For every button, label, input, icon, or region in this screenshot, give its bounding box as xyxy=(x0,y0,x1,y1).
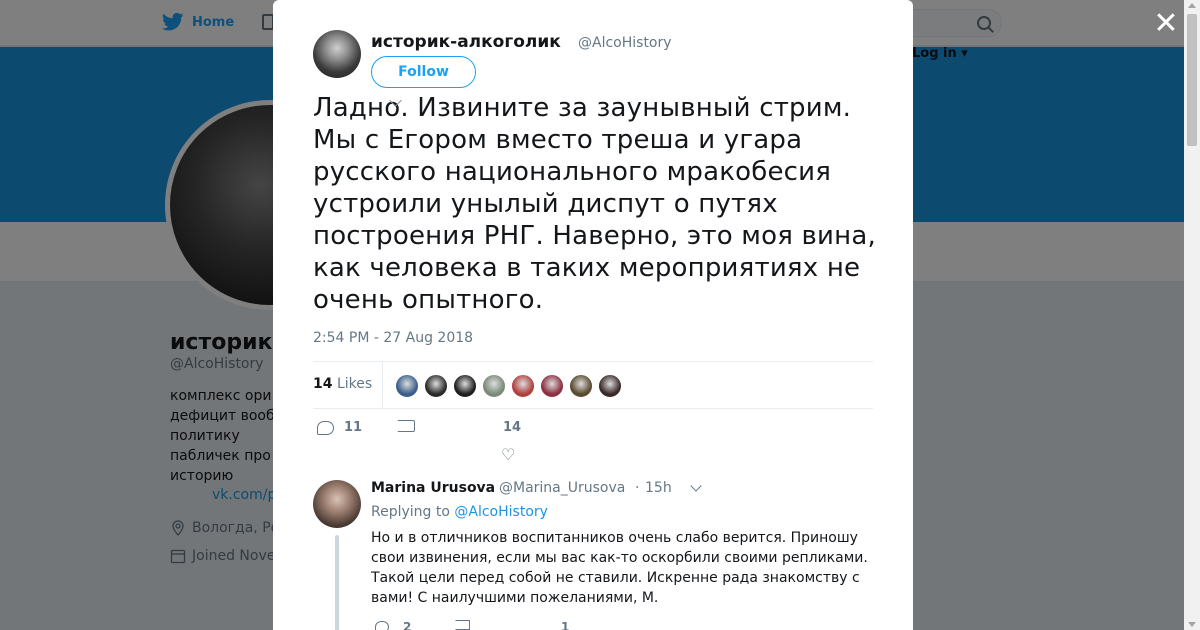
scrollbar-thumb[interactable] xyxy=(1187,14,1197,146)
liker-avatar[interactable] xyxy=(598,374,622,398)
reply-reply-button[interactable]: 2 xyxy=(375,620,411,630)
heart-icon[interactable]: ♡ xyxy=(501,447,517,463)
liker-avatar[interactable] xyxy=(395,374,419,398)
reply-retweet-button[interactable] xyxy=(455,620,470,630)
replying-prefix: Replying to xyxy=(371,504,450,520)
reply-icon xyxy=(375,621,389,630)
follow-button[interactable]: Follow xyxy=(371,56,476,88)
like-button[interactable]: 14 xyxy=(503,420,521,435)
reply-author-name[interactable]: Marina Urusova xyxy=(371,480,495,496)
reply-time[interactable]: 15h xyxy=(645,480,672,496)
reply-separator: · xyxy=(635,480,640,496)
thread-line xyxy=(335,535,339,630)
author-name[interactable]: историк-алкоголик xyxy=(371,32,561,52)
liker-avatar[interactable] xyxy=(482,374,506,398)
author-avatar[interactable] xyxy=(313,30,361,78)
reply-button[interactable]: 11 xyxy=(317,420,362,435)
likers-avatars xyxy=(395,374,622,398)
liker-avatar[interactable] xyxy=(424,374,448,398)
tweet-stats: 14 Likes xyxy=(313,361,873,409)
likes-stat[interactable]: 14 Likes xyxy=(313,376,372,392)
reply-menu-chevron-down-icon[interactable] xyxy=(690,480,702,492)
retweet-icon xyxy=(455,620,470,630)
retweet-icon xyxy=(397,420,415,432)
reply-count: 11 xyxy=(344,420,363,435)
reply-like-count: 1 xyxy=(561,620,570,630)
like-count: 14 xyxy=(503,420,522,435)
replying-to-link[interactable]: @AlcoHistory xyxy=(454,504,548,520)
tweet-modal: историк-алкоголик @AlcoHistory Follow Ла… xyxy=(273,0,913,630)
tweet-text: Ладно. Извините за заунывный стрим. Мы с… xyxy=(313,93,876,315)
reply-author-handle[interactable]: @Marina_Urusova xyxy=(499,480,625,496)
liker-avatar[interactable] xyxy=(569,374,593,398)
scroll-up-arrow-icon[interactable] xyxy=(1188,3,1196,8)
scroll-down-arrow-icon[interactable] xyxy=(1188,622,1196,627)
reply-author-avatar[interactable] xyxy=(313,480,361,528)
replying-to: Replying to @AlcoHistory xyxy=(371,504,548,520)
author-handle[interactable]: @AlcoHistory xyxy=(578,35,672,51)
close-icon[interactable]: ✕ xyxy=(1152,9,1180,39)
likes-label: Likes xyxy=(336,376,373,392)
tweet-timestamp[interactable]: 2:54 PM - 27 Aug 2018 xyxy=(313,330,473,346)
retweet-button[interactable] xyxy=(397,420,415,432)
reply-text: Но и в отличников воспитанников очень сл… xyxy=(371,530,868,606)
page-scrollbar[interactable] xyxy=(1184,0,1200,630)
tweet-actions: 11 14 ♡ xyxy=(313,420,873,470)
liker-avatar[interactable] xyxy=(540,374,564,398)
liker-avatar[interactable] xyxy=(511,374,535,398)
reply-reply-count: 2 xyxy=(403,620,412,630)
likes-count: 14 xyxy=(313,376,333,392)
reply-icon xyxy=(317,420,334,435)
stats-divider xyxy=(382,362,383,409)
liker-avatar[interactable] xyxy=(453,374,477,398)
reply-like-button[interactable]: 1 xyxy=(561,620,569,630)
reply-actions: 2 1 xyxy=(371,620,771,630)
